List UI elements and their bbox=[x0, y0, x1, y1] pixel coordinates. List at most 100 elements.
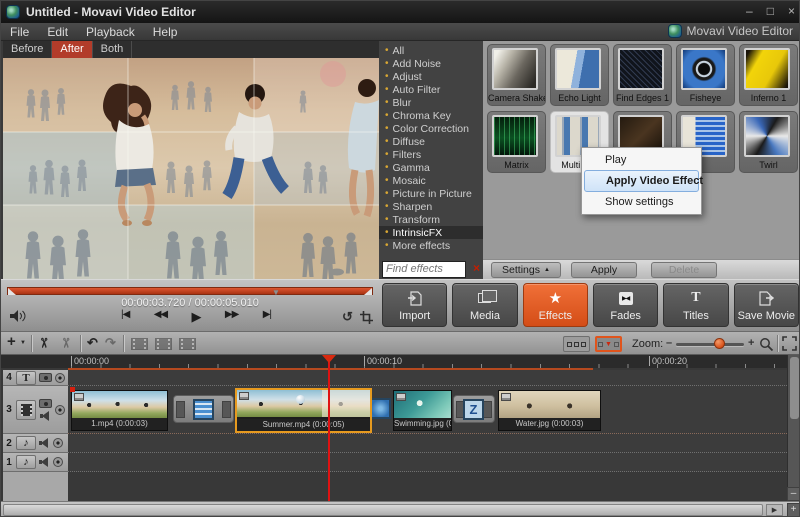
zoom-in-plus[interactable]: + bbox=[748, 337, 754, 349]
category-mosaic[interactable]: •Mosaic bbox=[379, 174, 483, 187]
clear-search-icon[interactable]: × bbox=[473, 261, 480, 275]
category-blur[interactable]: •Blur bbox=[379, 96, 483, 109]
effect-twirl[interactable]: Twirl bbox=[739, 111, 798, 173]
playhead-line[interactable] bbox=[328, 355, 330, 501]
scroll-right-arrow[interactable]: ▶ bbox=[766, 504, 783, 516]
delete-button[interactable]: Delete bbox=[651, 262, 717, 278]
eye-icon[interactable] bbox=[55, 405, 65, 415]
title-track-row[interactable] bbox=[68, 370, 789, 386]
unapply-icon[interactable]: ↺ bbox=[342, 309, 353, 325]
apply-button[interactable]: Apply bbox=[571, 262, 637, 278]
category-transform[interactable]: •Transform bbox=[379, 213, 483, 226]
transition-2[interactable] bbox=[370, 398, 391, 419]
speaker-icon[interactable] bbox=[39, 457, 50, 467]
eye-icon[interactable] bbox=[55, 373, 65, 383]
menu-edit[interactable]: Edit bbox=[38, 25, 77, 39]
context-menu-apply-video-effect[interactable]: Apply Video Effect bbox=[584, 170, 699, 192]
speaker-icon[interactable] bbox=[40, 411, 51, 421]
effect-camera-shake[interactable]: Camera Shake bbox=[487, 44, 546, 106]
add-audio-track-button[interactable] bbox=[179, 338, 196, 350]
add-dropdown-icon[interactable]: ▼ bbox=[20, 340, 26, 346]
category-color-correction[interactable]: •Color Correction bbox=[379, 122, 483, 135]
audio-track-type-button[interactable]: ♪ bbox=[16, 436, 36, 450]
audio-track-type-button[interactable]: ♪ bbox=[16, 455, 36, 469]
settings-button[interactable]: Settings▲ bbox=[491, 262, 561, 278]
play-button[interactable]: ▶ bbox=[192, 309, 201, 325]
timeline-ruler[interactable]: 00:00:00 00:00:10 00:00:20 bbox=[1, 355, 800, 368]
title-bar[interactable]: Untitled - Movavi Video Editor – □ × bbox=[1, 1, 800, 23]
clip-swimming-jpg[interactable]: Swimming.jpg (0: bbox=[393, 390, 452, 431]
category-sharpen[interactable]: •Sharpen bbox=[379, 200, 483, 213]
category-picture-in-picture[interactable]: •Picture in Picture bbox=[379, 187, 483, 200]
menu-file[interactable]: File bbox=[1, 25, 38, 39]
media-button[interactable]: Media bbox=[452, 283, 517, 327]
cut-scissors-button[interactable]: ✂ bbox=[35, 338, 51, 349]
tab-after[interactable]: After bbox=[52, 41, 92, 58]
fast-forward-button[interactable]: ▶▶ bbox=[225, 309, 238, 325]
title-track-type-button[interactable]: T bbox=[16, 371, 36, 385]
zoom-slider-handle[interactable] bbox=[714, 338, 725, 349]
category-auto-filter[interactable]: •Auto Filter bbox=[379, 83, 483, 96]
step-back-button[interactable]: |◀ bbox=[121, 309, 129, 325]
category-more-effects[interactable]: •More effects bbox=[379, 239, 483, 252]
transition-z[interactable]: Z bbox=[453, 395, 495, 423]
close-button[interactable]: × bbox=[788, 3, 795, 19]
timeline-view-button[interactable]: ▼ bbox=[595, 336, 622, 352]
category-gamma[interactable]: •Gamma bbox=[379, 161, 483, 174]
tab-both[interactable]: Both bbox=[93, 41, 133, 58]
fullscreen-icon[interactable] bbox=[782, 336, 797, 351]
undo-button[interactable]: ↶ bbox=[87, 335, 98, 351]
storyboard-view-button[interactable] bbox=[563, 336, 590, 352]
save-movie-button[interactable]: Save Movie bbox=[734, 283, 799, 327]
rewind-button[interactable]: ◀◀ bbox=[154, 309, 167, 325]
menu-playback[interactable]: Playback bbox=[77, 25, 144, 39]
timeline-zoom-out-button[interactable]: – bbox=[787, 487, 800, 501]
add-video-track-button[interactable] bbox=[131, 338, 148, 350]
zoom-out-minus[interactable]: – bbox=[666, 337, 672, 349]
context-menu-play[interactable]: Play bbox=[582, 150, 701, 170]
vertical-scrollbar[interactable] bbox=[787, 355, 800, 487]
transition-1[interactable] bbox=[173, 395, 234, 423]
effects-button[interactable]: ★ Effects bbox=[523, 283, 588, 327]
redo-button[interactable]: ↷ bbox=[105, 335, 116, 351]
clip-water-jpg[interactable]: Water.jpg (0:00:03) bbox=[498, 390, 601, 431]
timeline-zoom-in-button[interactable]: + bbox=[787, 503, 800, 517]
seek-bar[interactable]: ▼ bbox=[7, 287, 373, 295]
horizontal-scrollbar-thumb[interactable] bbox=[3, 504, 763, 516]
speaker-icon[interactable] bbox=[9, 309, 27, 323]
effect-fisheye[interactable]: Fisheye bbox=[676, 44, 735, 106]
vertical-scrollbar-thumb[interactable] bbox=[790, 357, 799, 419]
add-clip-button[interactable]: + bbox=[7, 333, 16, 350]
seek-position-marker[interactable]: ▼ bbox=[272, 288, 280, 297]
maximize-button[interactable]: □ bbox=[767, 3, 774, 19]
crop-icon[interactable] bbox=[360, 311, 373, 324]
category-diffuse[interactable]: •Diffuse bbox=[379, 135, 483, 148]
effect-matrix[interactable]: Matrix bbox=[487, 111, 546, 173]
category-all[interactable]: •All bbox=[379, 44, 483, 57]
category-chroma-key[interactable]: •Chroma Key bbox=[379, 109, 483, 122]
titles-button[interactable]: T Titles bbox=[663, 283, 728, 327]
category-add-noise[interactable]: •Add Noise bbox=[379, 57, 483, 70]
add-overlay-track-button[interactable] bbox=[155, 338, 172, 350]
camera-icon[interactable] bbox=[39, 399, 52, 408]
context-menu-show-settings[interactable]: Show settings bbox=[582, 192, 701, 212]
camera-icon[interactable] bbox=[39, 373, 52, 382]
import-button[interactable]: Import bbox=[382, 283, 447, 327]
horizontal-scrollbar[interactable]: ▶ bbox=[1, 501, 800, 517]
effect-echo-light[interactable]: Echo Light bbox=[550, 44, 609, 106]
tab-before[interactable]: Before bbox=[3, 41, 52, 58]
eye-icon[interactable] bbox=[53, 438, 63, 448]
step-forward-button[interactable]: ▶| bbox=[263, 309, 271, 325]
clip-1mp4[interactable]: 1.mp4 (0:00:03) bbox=[71, 390, 168, 431]
clip-summer-mp4-selected[interactable]: Summer.mp4 (0:00:05) bbox=[235, 388, 372, 433]
menu-help[interactable]: Help bbox=[144, 25, 187, 39]
audio-track-row-1[interactable] bbox=[68, 453, 789, 472]
eye-icon[interactable] bbox=[53, 457, 63, 467]
speaker-icon[interactable] bbox=[39, 438, 50, 448]
video-track-type-button[interactable] bbox=[16, 400, 36, 420]
zoom-slider[interactable] bbox=[676, 343, 744, 346]
split-scissors-button[interactable]: ✂ bbox=[57, 338, 73, 349]
category-intrinsicfx[interactable]: •IntrinsicFX bbox=[379, 226, 483, 239]
find-effects-input[interactable] bbox=[382, 261, 466, 278]
category-adjust[interactable]: •Adjust bbox=[379, 70, 483, 83]
